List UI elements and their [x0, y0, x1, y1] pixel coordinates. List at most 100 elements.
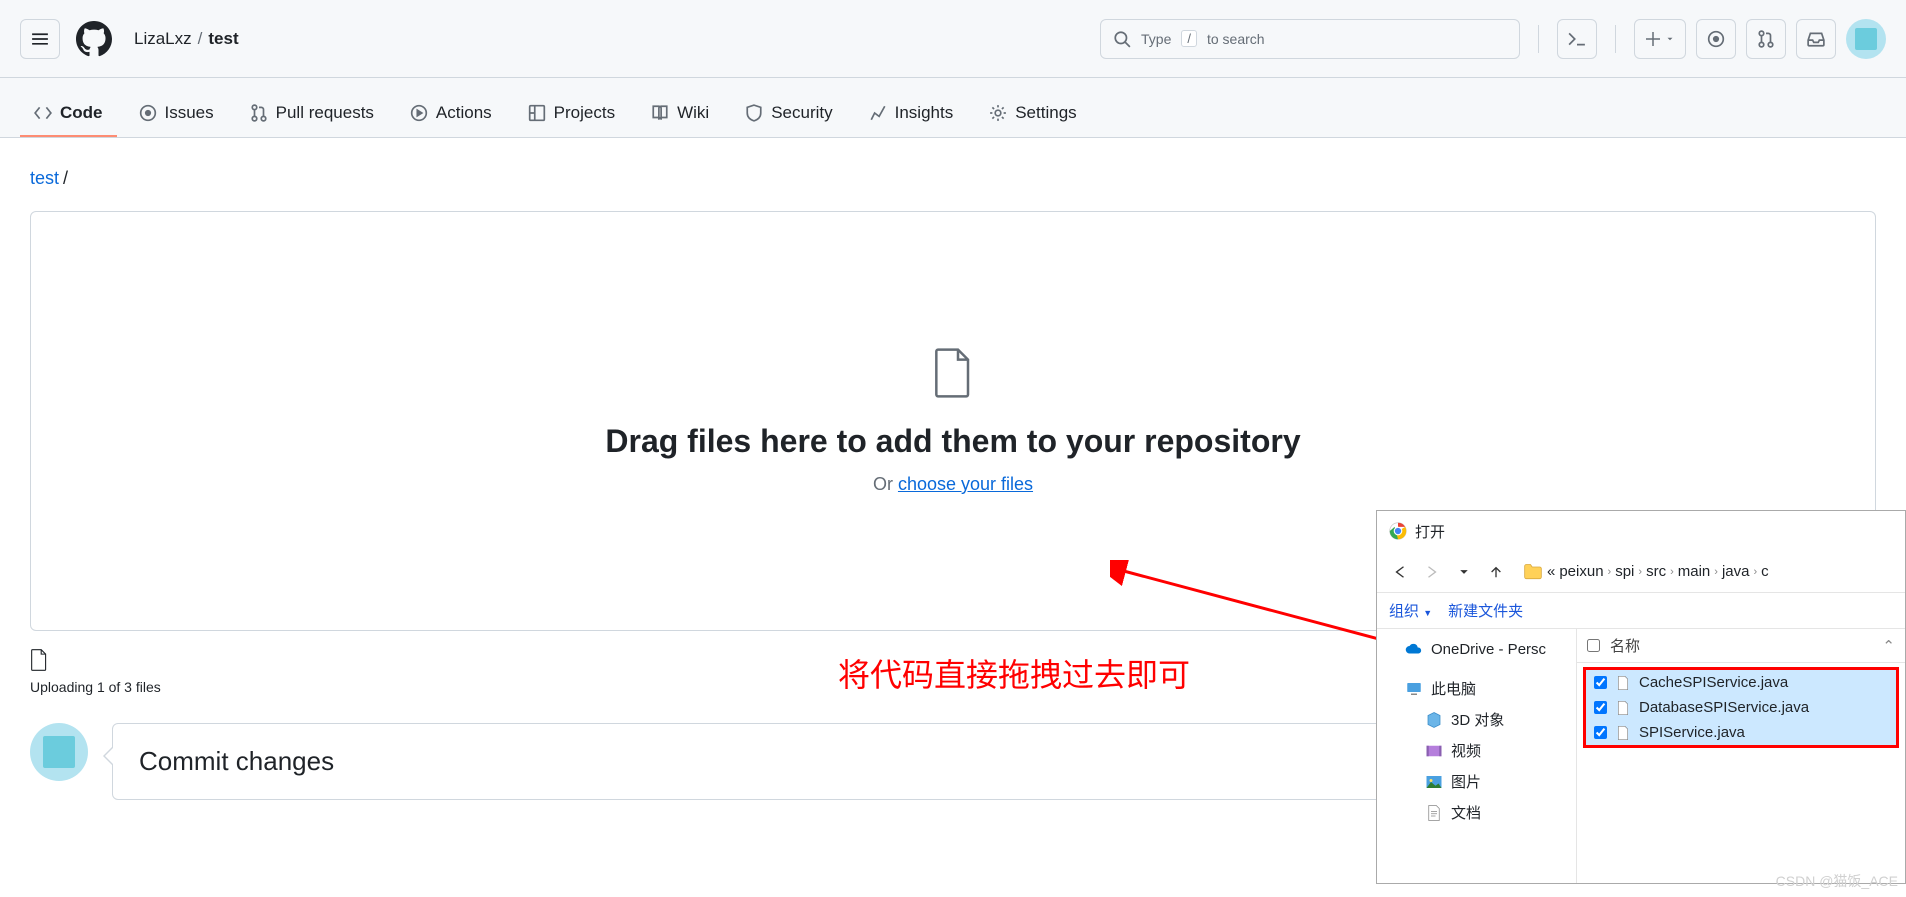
pr-icon — [1757, 30, 1775, 48]
file-checkbox[interactable] — [1594, 726, 1607, 739]
dialog-file-area: 名称 ⌃ CacheSPIService.java DatabaseSPISer… — [1577, 629, 1905, 883]
file-icon — [1615, 725, 1631, 741]
column-name[interactable]: 名称 — [1610, 635, 1640, 656]
sort-indicator: ⌃ — [1882, 637, 1895, 655]
select-all-checkbox[interactable] — [1587, 639, 1600, 652]
chevron-down-icon — [1459, 567, 1469, 577]
issues-header-button[interactable] — [1696, 19, 1736, 59]
chevron-down-icon — [1665, 34, 1675, 44]
path-seg[interactable]: main› — [1678, 563, 1718, 580]
tab-security[interactable]: Security — [731, 91, 846, 137]
path-seg[interactable]: src› — [1646, 563, 1674, 580]
tab-label: Wiki — [677, 103, 709, 123]
choose-files-link[interactable]: choose your files — [898, 474, 1033, 494]
file-icon — [30, 649, 48, 671]
file-icon — [1615, 700, 1631, 716]
search-icon — [1113, 30, 1131, 48]
menu-button[interactable] — [20, 19, 60, 59]
plus-icon — [1645, 31, 1661, 47]
tab-label: Insights — [895, 103, 954, 123]
path-seg[interactable]: java› — [1722, 563, 1757, 580]
commit-avatar — [30, 723, 88, 781]
nav-forward-button[interactable] — [1419, 559, 1445, 585]
newfolder-button[interactable]: 新建文件夹 — [1448, 600, 1523, 621]
tab-actions[interactable]: Actions — [396, 91, 506, 137]
sidebar-docs[interactable]: 文档 — [1377, 797, 1576, 828]
path-breadcrumb: test/ — [30, 168, 1876, 189]
sidebar-label: 此电脑 — [1431, 678, 1476, 699]
pr-icon — [250, 104, 268, 122]
sidebar-label: 3D 对象 — [1451, 709, 1504, 730]
drop-title: Drag files here to add them to your repo… — [605, 423, 1300, 460]
search-key: / — [1181, 30, 1197, 47]
tab-wiki[interactable]: Wiki — [637, 91, 723, 137]
book-icon — [651, 104, 669, 122]
inbox-button[interactable] — [1796, 19, 1836, 59]
dialog-path[interactable]: « peixun› spi› src› main› java› c — [1523, 562, 1895, 582]
path-seg[interactable]: peixun› — [1559, 563, 1611, 580]
watermark: CSDN @猫饭_ACE — [1776, 871, 1898, 891]
sidebar-3d[interactable]: 3D 对象 — [1377, 704, 1576, 735]
github-icon — [76, 21, 112, 57]
tab-label: Pull requests — [276, 103, 374, 123]
owner-link[interactable]: LizaLxz — [134, 29, 192, 49]
arrow-right-icon — [1425, 565, 1439, 579]
repo-link[interactable]: test — [208, 29, 238, 49]
file-icon — [933, 347, 973, 399]
chrome-icon — [1389, 522, 1407, 540]
github-logo[interactable] — [74, 19, 114, 59]
code-icon — [34, 104, 52, 122]
file-column-header[interactable]: 名称 ⌃ — [1577, 629, 1905, 663]
pulls-header-button[interactable] — [1746, 19, 1786, 59]
organize-button[interactable]: 组织 ▼ — [1389, 600, 1432, 621]
command-palette-button[interactable] — [1557, 19, 1597, 59]
inbox-icon — [1807, 30, 1825, 48]
tab-label: Settings — [1015, 103, 1076, 123]
repo-nav: Code Issues Pull requests Actions Projec… — [0, 78, 1906, 138]
sidebar-pc[interactable]: 此电脑 — [1377, 673, 1576, 704]
user-avatar[interactable] — [1846, 19, 1886, 59]
folder-icon — [1523, 562, 1543, 582]
nav-recent-button[interactable] — [1451, 559, 1477, 585]
file-checkbox[interactable] — [1594, 701, 1607, 714]
tab-label: Actions — [436, 103, 492, 123]
file-row[interactable]: DatabaseSPIService.java — [1586, 695, 1896, 720]
file-checkbox[interactable] — [1594, 676, 1607, 689]
tab-pulls[interactable]: Pull requests — [236, 91, 388, 137]
dialog-toolbar: 组织 ▼ 新建文件夹 — [1377, 593, 1905, 629]
dialog-sidebar: OneDrive - Persc 此电脑 3D 对象 视频 图片 文档 — [1377, 629, 1577, 883]
tab-insights[interactable]: Insights — [855, 91, 968, 137]
sidebar-label: 文档 — [1451, 802, 1481, 823]
path-repo-link[interactable]: test — [30, 168, 59, 188]
issue-icon — [1707, 30, 1725, 48]
sidebar-label: OneDrive - Persc — [1431, 641, 1546, 658]
sidebar-pictures[interactable]: 图片 — [1377, 766, 1576, 797]
gear-icon — [989, 104, 1007, 122]
avatar-icon — [1855, 28, 1877, 50]
path-seg[interactable]: c — [1761, 563, 1769, 580]
nav-up-button[interactable] — [1483, 559, 1509, 585]
sidebar-label: 视频 — [1451, 740, 1481, 761]
sidebar-onedrive[interactable]: OneDrive - Persc — [1377, 635, 1576, 663]
dialog-body: OneDrive - Persc 此电脑 3D 对象 视频 图片 文档 名称 ⌃… — [1377, 629, 1905, 883]
drop-subtitle: Or choose your files — [873, 474, 1033, 495]
path-seg[interactable]: spi› — [1615, 563, 1642, 580]
file-row[interactable]: CacheSPIService.java — [1586, 670, 1896, 695]
sidebar-video[interactable]: 视频 — [1377, 735, 1576, 766]
tab-code[interactable]: Code — [20, 91, 117, 137]
tab-label: Code — [60, 103, 103, 123]
dialog-nav: « peixun› spi› src› main› java› c — [1377, 551, 1905, 593]
file-row[interactable]: SPIService.java — [1586, 720, 1896, 745]
tab-settings[interactable]: Settings — [975, 91, 1090, 137]
terminal-icon — [1568, 30, 1586, 48]
cube-icon — [1425, 711, 1443, 729]
tab-label: Issues — [165, 103, 214, 123]
tab-issues[interactable]: Issues — [125, 91, 228, 137]
header-divider — [1538, 25, 1539, 53]
search-input[interactable]: Type / to search — [1100, 19, 1520, 59]
create-new-button[interactable] — [1634, 19, 1686, 59]
tab-projects[interactable]: Projects — [514, 91, 629, 137]
selected-files-highlight: CacheSPIService.java DatabaseSPIService.… — [1583, 667, 1899, 748]
docs-icon — [1425, 804, 1443, 822]
nav-back-button[interactable] — [1387, 559, 1413, 585]
